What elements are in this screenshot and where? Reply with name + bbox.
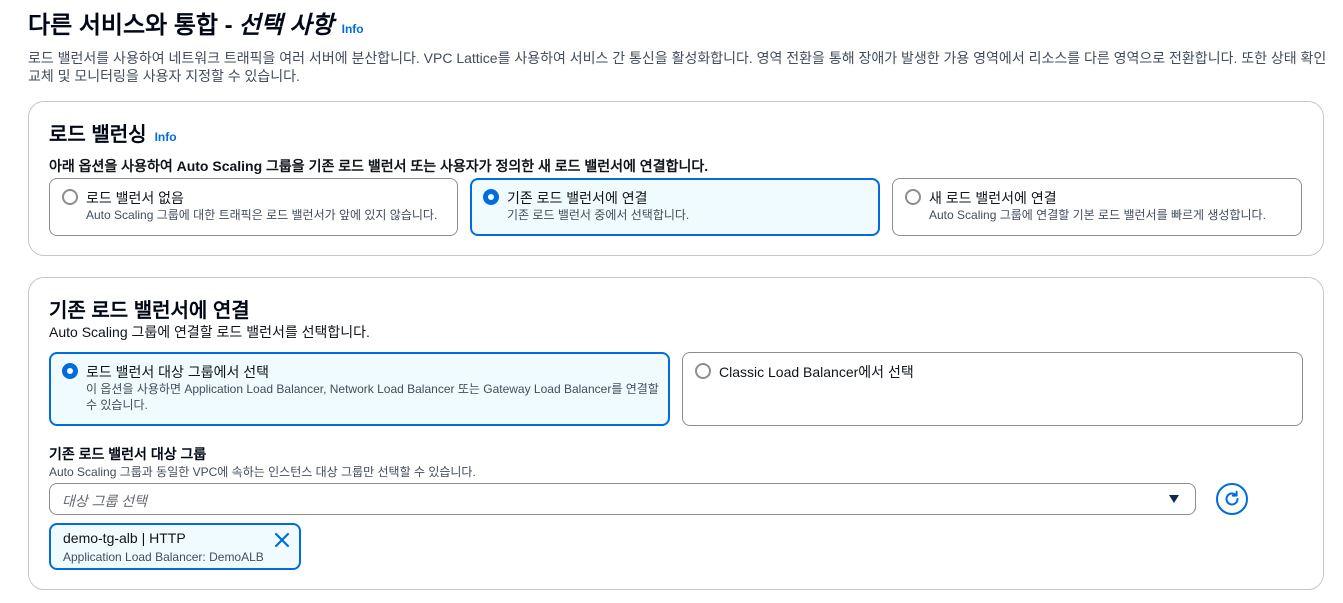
option-choose-from-classic[interactable]: Classic Load Balancer에서 선택 (682, 352, 1303, 426)
section-header: 다른 서비스와 통합 - 선택 사항 Info 로드 밸런서를 사용하여 네트워… (28, 12, 1328, 85)
load-balancing-container: 로드 밸런싱 Info 아래 옵션을 사용하여 Auto Scaling 그룹을… (28, 101, 1324, 256)
page-title-optional: 선택 사항 (238, 12, 334, 39)
close-icon[interactable] (273, 531, 291, 549)
page-title: 다른 서비스와 통합 - 선택 사항 Info (28, 12, 1328, 43)
refresh-icon (1225, 490, 1239, 506)
token-title: demo-tg-alb | HTTP (63, 530, 186, 546)
attach-existing-title: 기존 로드 밸런서에 연결 (49, 294, 250, 323)
load-balancing-info-link[interactable]: Info (155, 130, 177, 144)
target-group-select[interactable]: 대상 그룹 선택 (49, 483, 1196, 515)
info-link[interactable]: Info (342, 15, 364, 43)
option-label: 기존 로드 밸런서에 연결 (507, 190, 648, 206)
radio-attach-existing[interactable] (483, 189, 499, 205)
page-description: 로드 밸런서를 사용하여 네트워크 트래픽을 여러 서버에 분산합니다. VPC… (28, 50, 1327, 84)
attach-existing-title-text: 기존 로드 밸런서에 연결 (49, 300, 250, 322)
option-choose-from-target-groups[interactable]: 로드 밸런서 대상 그룹에서 선택 이 옵션을 사용하면 Application… (49, 352, 670, 426)
token-subtitle: Application Load Balancer: DemoALB (63, 550, 264, 564)
option-description: 이 옵션을 사용하면 Application Load Balancer, Ne… (86, 382, 659, 412)
attach-existing-container: 기존 로드 밸런서에 연결 Auto Scaling 그룹에 연결할 로드 밸런… (28, 277, 1324, 590)
load-balancing-title: 로드 밸런싱 Info (49, 118, 177, 147)
caret-down-icon (1169, 495, 1179, 503)
option-description: Auto Scaling 그룹에 대한 트래픽은 로드 밸런서가 앞에 있지 않… (86, 208, 438, 222)
radio-attach-new[interactable] (905, 189, 921, 205)
page-title-main: 다른 서비스와 통합 - (28, 12, 233, 39)
option-label: 로드 밸런서 없음 (86, 190, 184, 206)
option-label: Classic Load Balancer에서 선택 (719, 364, 914, 380)
radio-classic[interactable] (695, 363, 711, 379)
load-balancing-title-text: 로드 밸런싱 (49, 124, 147, 146)
refresh-button[interactable] (1216, 483, 1248, 515)
option-label: 로드 밸런서 대상 그룹에서 선택 (86, 364, 269, 380)
option-attach-existing-load-balancer[interactable]: 기존 로드 밸런서에 연결 기존 로드 밸런서 중에서 선택합니다. (470, 178, 880, 236)
option-label: 새 로드 밸런서에 연결 (929, 190, 1057, 206)
option-attach-new-load-balancer[interactable]: 새 로드 밸런서에 연결 Auto Scaling 그룹에 연결할 기본 로드 … (892, 178, 1302, 236)
target-group-label: 기존 로드 밸런서 대상 그룹 (49, 446, 207, 462)
target-group-description: Auto Scaling 그룹과 동일한 VPC에 속하는 인스턴스 대상 그룹… (49, 465, 476, 479)
option-description: 기존 로드 밸런서 중에서 선택합니다. (507, 208, 690, 222)
load-balancing-description: 아래 옵션을 사용하여 Auto Scaling 그룹을 기존 로드 밸런서 또… (49, 158, 709, 174)
selected-target-group-token: demo-tg-alb | HTTP Application Load Bala… (49, 523, 301, 570)
radio-no-load-balancer[interactable] (62, 189, 78, 205)
option-description: Auto Scaling 그룹에 연결할 기본 로드 밸런서를 빠르게 생성합니… (929, 208, 1266, 222)
radio-target-groups[interactable] (62, 363, 78, 379)
option-no-load-balancer[interactable]: 로드 밸런서 없음 Auto Scaling 그룹에 대한 트래픽은 로드 밸런… (49, 178, 458, 236)
select-placeholder: 대상 그룹 선택 (62, 493, 148, 509)
attach-existing-description: Auto Scaling 그룹에 연결할 로드 밸런서를 선택합니다. (49, 324, 370, 340)
